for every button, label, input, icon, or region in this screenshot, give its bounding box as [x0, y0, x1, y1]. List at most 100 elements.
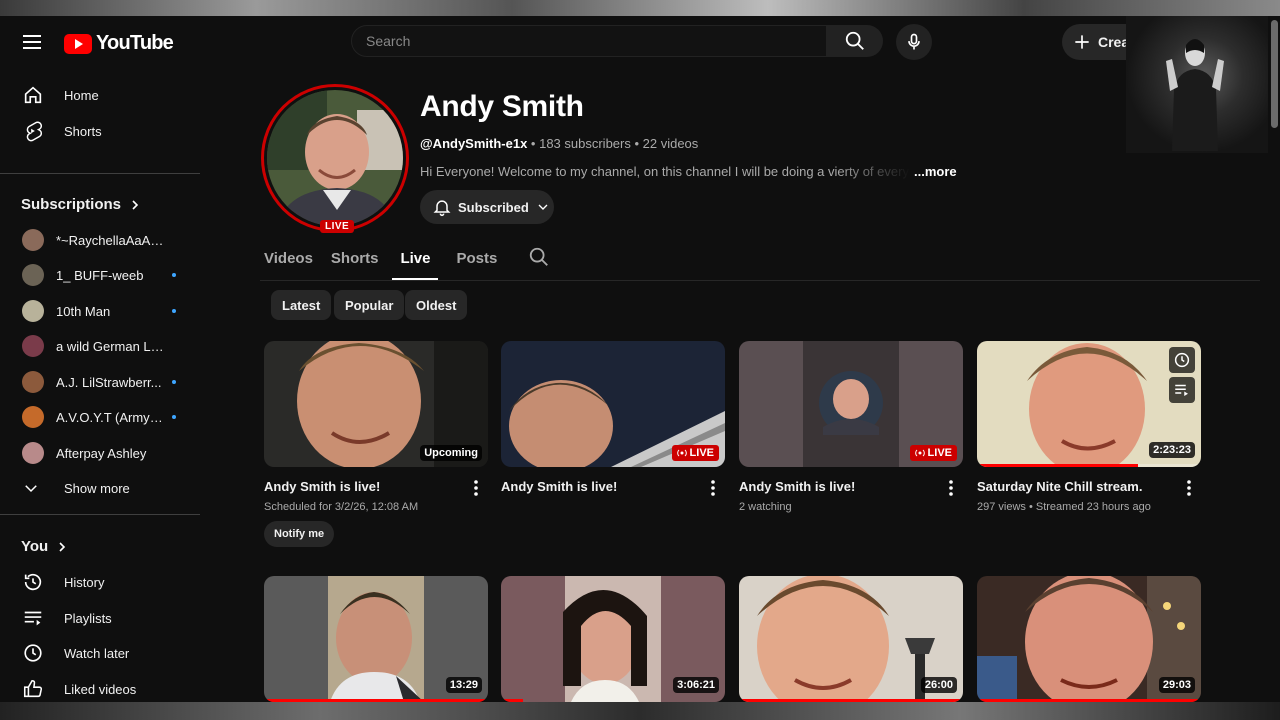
video-title[interactable]: Andy Smith is live! — [739, 479, 939, 494]
video-title[interactable]: Saturday Nite Chill stream. — [977, 479, 1177, 494]
video-thumbnail[interactable]: Upcoming — [264, 341, 488, 467]
subscriptions-header[interactable]: Subscriptions — [21, 196, 141, 213]
tab-videos[interactable]: Videos — [264, 238, 313, 278]
video-thumbnail[interactable]: LIVE — [501, 341, 725, 467]
more-actions-icon[interactable] — [1181, 479, 1197, 497]
video-card[interactable]: 3:06:21 — [501, 576, 725, 702]
more-actions-icon[interactable] — [705, 479, 721, 497]
voice-search-button[interactable] — [896, 24, 932, 60]
channel-avatar-photo — [267, 90, 403, 226]
video-thumbnail[interactable]: 26:00 — [739, 576, 963, 702]
sidebar-subscription[interactable]: 1_ BUFF-weeb — [12, 257, 192, 293]
tab-posts[interactable]: Posts — [456, 238, 497, 278]
picture-in-picture-video[interactable] — [1126, 16, 1268, 153]
bell-icon — [433, 200, 451, 217]
subscription-label: 1_ BUFF-weeb — [56, 267, 144, 283]
live-label: LIVE — [927, 447, 952, 459]
shorts-icon — [12, 119, 52, 143]
channel-search-icon[interactable] — [528, 246, 550, 268]
chip-oldest[interactable]: Oldest — [405, 290, 468, 320]
playlists-icon — [12, 606, 52, 630]
video-card[interactable]: 13:29 — [264, 576, 488, 702]
video-thumbnail[interactable]: 13:29 — [264, 576, 488, 702]
show-more-label: Show more — [64, 480, 130, 496]
subscribed-label: Subscribed — [458, 199, 529, 215]
video-title[interactable]: Andy Smith is live! — [501, 479, 701, 494]
sidebar-subscription[interactable]: A.J. LilStrawberr... — [12, 364, 192, 400]
sidebar-subscription[interactable]: 10th Man — [12, 293, 192, 329]
sidebar-item-watch-later[interactable]: Watch later — [12, 635, 192, 671]
search-button[interactable] — [827, 25, 883, 57]
sidebar-subscription[interactable]: a wild German Lady ... — [12, 328, 192, 364]
show-more-button[interactable]: Show more — [12, 470, 192, 506]
duration-badge: 26:00 — [920, 677, 957, 693]
home-icon — [12, 83, 52, 107]
search-input[interactable] — [366, 33, 826, 49]
subscription-label: A.V.O.Y.T (ArmyV... — [56, 409, 166, 425]
chip-popular[interactable]: Popular — [334, 290, 405, 320]
sidebar-item-history[interactable]: History — [12, 564, 192, 600]
sidebar-subscription[interactable]: Afterpay Ashley — [12, 435, 192, 471]
channel-avatar — [22, 300, 44, 322]
video-thumbnail[interactable]: LIVE — [739, 341, 963, 467]
sidebar-divider — [0, 514, 200, 515]
duration-badge: 2:23:23 — [1149, 442, 1195, 458]
menu-icon[interactable] — [20, 30, 44, 54]
video-card[interactable]: 26:00 — [739, 576, 963, 702]
scrollbar-thumb[interactable] — [1271, 20, 1278, 128]
chip-label: Oldest — [416, 297, 457, 313]
window-frame-bottom — [0, 702, 1280, 720]
chevron-right-icon — [59, 541, 66, 552]
broadcast-icon — [914, 449, 925, 457]
sidebar-item-playlists[interactable]: Playlists — [12, 600, 192, 636]
live-indicator: LIVE — [909, 445, 957, 461]
subscription-label: A.J. LilStrawberr... — [56, 374, 162, 390]
add-to-queue-icon[interactable] — [1169, 377, 1195, 403]
history-icon — [12, 570, 52, 594]
tabs-divider — [260, 280, 1260, 281]
sidebar-item-label: Playlists — [64, 610, 112, 626]
video-card[interactable]: Upcoming Andy Smith is live! Scheduled f… — [264, 341, 488, 547]
watch-progress-bar — [977, 464, 1139, 467]
video-thumbnail[interactable]: 2:23:23 — [977, 341, 1201, 467]
sidebar-item-label: History — [64, 574, 105, 590]
channel-description[interactable]: Hi Everyone! Welcome to my channel, on t… — [420, 164, 960, 179]
new-content-dot — [172, 309, 176, 313]
tab-label: Videos — [264, 249, 313, 267]
video-thumbnail[interactable]: 29:03 — [977, 576, 1201, 702]
sidebar-item-liked-videos[interactable]: Liked videos — [12, 671, 192, 702]
sidebar-item-label: Home — [64, 87, 99, 103]
video-card[interactable]: 2:23:23 Saturday Nite Chill stream. 297 … — [977, 341, 1201, 513]
youtube-play-icon — [64, 33, 92, 54]
you-header[interactable]: You — [21, 538, 68, 555]
subscriptions-title: Subscriptions — [21, 196, 122, 213]
video-thumbnail[interactable]: 3:06:21 — [501, 576, 725, 702]
video-title[interactable]: Andy Smith is live! — [264, 479, 464, 494]
tab-live[interactable]: Live — [392, 238, 439, 280]
chip-latest[interactable]: Latest — [271, 290, 332, 320]
broadcast-icon — [676, 449, 687, 457]
sidebar-item-home[interactable]: Home — [12, 77, 192, 113]
video-card[interactable]: 29:03 — [977, 576, 1201, 702]
sidebar-subscription[interactable]: *~RaychellaAaAaA... — [12, 222, 192, 258]
subscribed-button[interactable]: Subscribed — [420, 190, 554, 224]
notify-me-button[interactable]: Notify me — [264, 521, 335, 547]
video-meta: Scheduled for 3/2/26, 12:08 AM — [264, 501, 419, 513]
sidebar-subscription[interactable]: A.V.O.Y.T (ArmyV... — [12, 399, 192, 435]
description-text: Hi Everyone! Welcome to my channel, on t… — [420, 164, 910, 179]
sidebar-item-label: Shorts — [64, 123, 102, 139]
video-meta: 297 views • Streamed 23 hours ago — [977, 501, 1151, 513]
sidebar-item-shorts[interactable]: Shorts — [12, 113, 192, 149]
you-title: You — [21, 538, 49, 555]
more-actions-icon[interactable] — [468, 479, 484, 497]
channel-avatar-large[interactable] — [261, 84, 409, 232]
watch-later-icon[interactable] — [1169, 347, 1195, 373]
video-card[interactable]: LIVE Andy Smith is live! — [501, 341, 725, 496]
tab-label: Live — [400, 249, 431, 267]
youtube-logo[interactable]: YouTube — [64, 32, 174, 55]
tab-shorts[interactable]: Shorts — [331, 238, 379, 278]
window-frame-top — [0, 0, 1280, 16]
video-card[interactable]: LIVE Andy Smith is live! 2 watching — [739, 341, 963, 513]
more-link[interactable]: ...more — [914, 164, 957, 179]
more-actions-icon[interactable] — [943, 479, 959, 497]
